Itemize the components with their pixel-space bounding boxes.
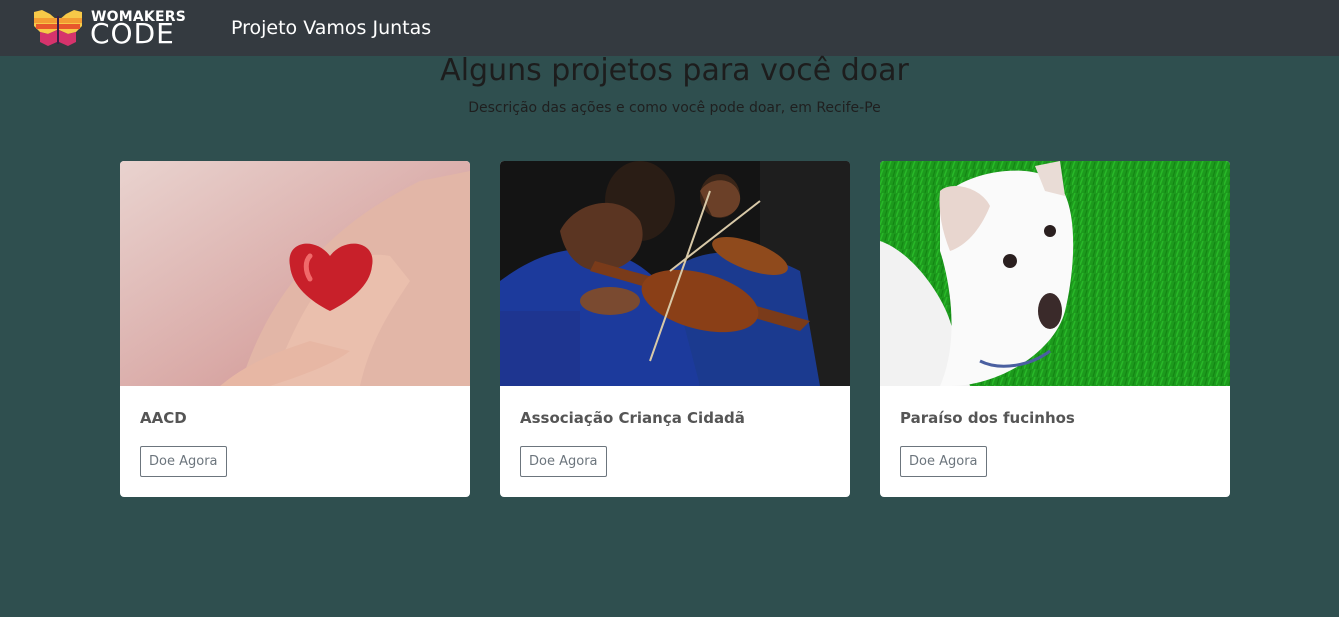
donate-button[interactable]: Doe Agora xyxy=(140,446,227,477)
page-title: Alguns projetos para você doar xyxy=(440,53,909,88)
project-card-paraiso: Paraíso dos fucinhos Doe Agora xyxy=(880,161,1230,497)
page-subtitle: Descrição das ações e como você pode doa… xyxy=(468,100,881,116)
card-title: Associação Criança Cidadã xyxy=(520,409,745,427)
nav-project-title[interactable]: Projeto Vamos Juntas xyxy=(231,17,431,40)
heart-in-hands-photo xyxy=(120,161,470,386)
card-body: AACD Doe Agora xyxy=(140,409,227,477)
butterfly-logo-icon xyxy=(34,10,82,46)
card-body: Associação Criança Cidadã Doe Agora xyxy=(520,409,745,477)
project-card-aacd: AACD Doe Agora xyxy=(120,161,470,497)
white-dog-on-grass-photo xyxy=(880,161,1230,386)
brand-logo[interactable]: WOMAKERS CODE xyxy=(30,8,200,48)
card-title: Paraíso dos fucinhos xyxy=(900,409,1075,427)
donate-button[interactable]: Doe Agora xyxy=(900,446,987,477)
navbar: WOMAKERS CODE Projeto Vamos Juntas xyxy=(0,0,1339,56)
card-body: Paraíso dos fucinhos Doe Agora xyxy=(900,409,1075,477)
logo-text-code: CODE xyxy=(90,17,175,50)
project-card-associacao: Associação Criança Cidadã Doe Agora xyxy=(500,161,850,497)
card-title: AACD xyxy=(140,409,187,427)
children-violin-orchestra-photo xyxy=(500,161,850,386)
donate-button[interactable]: Doe Agora xyxy=(520,446,607,477)
